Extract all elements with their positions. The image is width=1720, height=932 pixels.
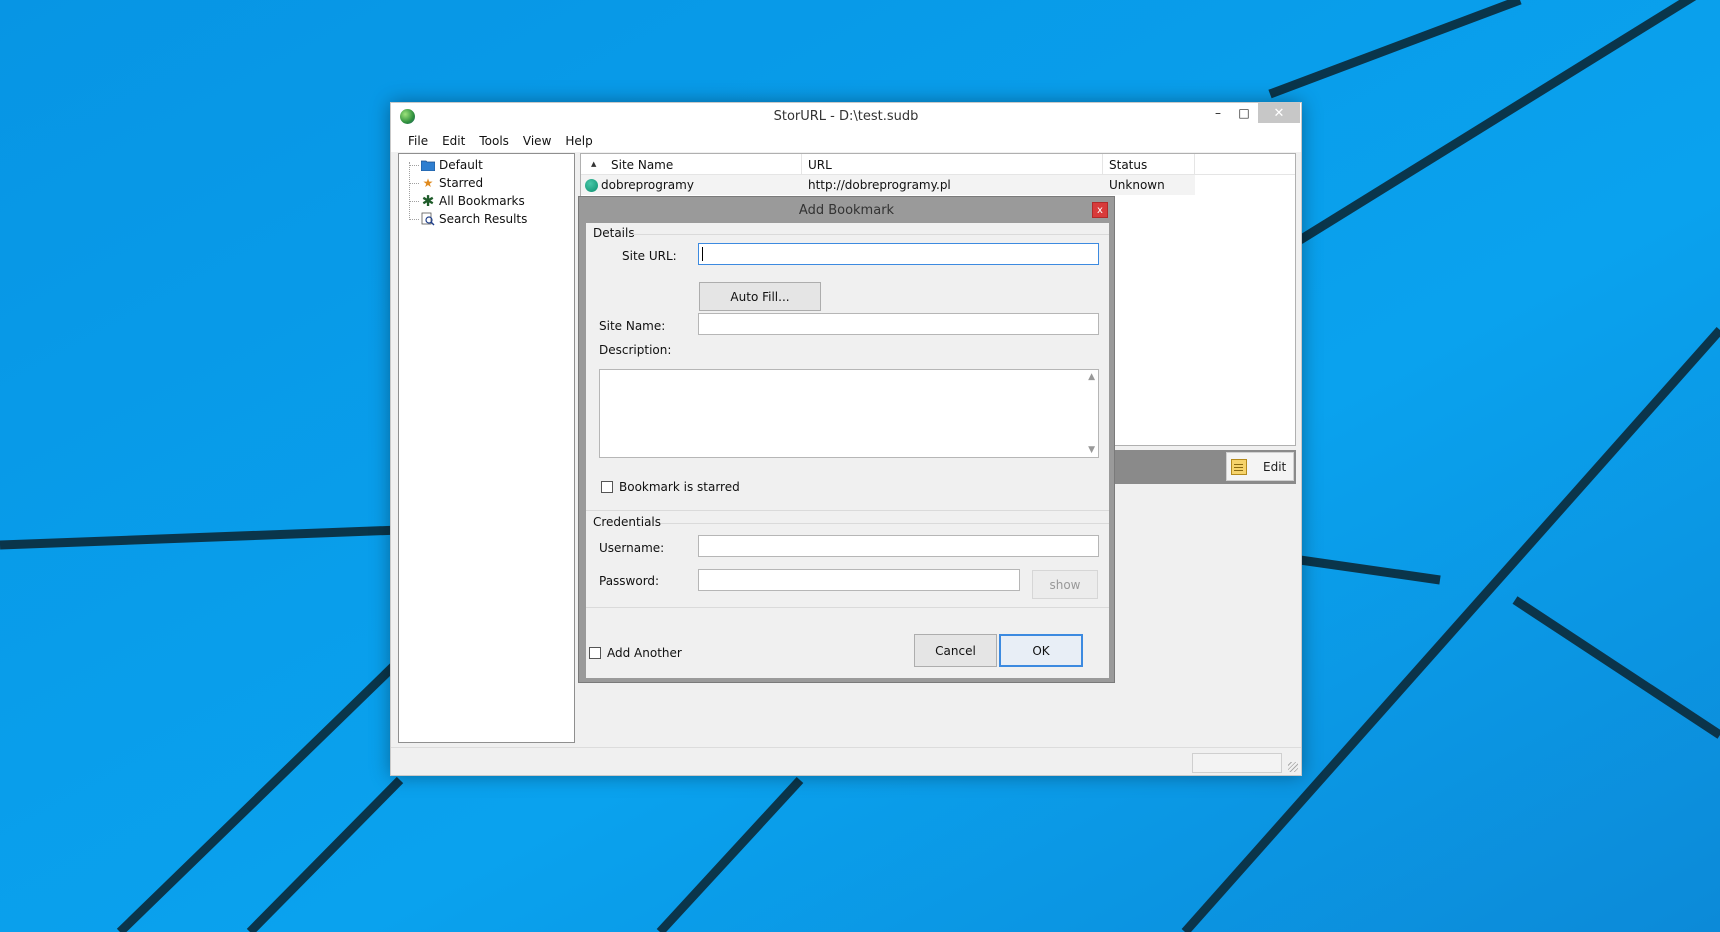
maximize-button[interactable]: □ bbox=[1231, 103, 1257, 123]
username-label: Username: bbox=[599, 541, 665, 555]
tree-label-all-bookmarks: All Bookmarks bbox=[439, 194, 525, 208]
list-header: ▲ Site Name URL Status bbox=[581, 154, 1295, 175]
menu-view[interactable]: View bbox=[516, 134, 558, 148]
username-input[interactable] bbox=[698, 535, 1099, 557]
password-label: Password: bbox=[599, 574, 660, 588]
site-name-text: dobreprogramy bbox=[601, 178, 694, 192]
star-icon: ★ bbox=[422, 176, 434, 190]
add-bookmark-dialog: Add Bookmark x Details Site URL: Auto Fi… bbox=[578, 196, 1115, 683]
column-url[interactable]: URL bbox=[802, 154, 1103, 175]
ok-button[interactable]: OK bbox=[999, 634, 1083, 667]
scroll-up-icon[interactable]: ▲ bbox=[1088, 372, 1095, 382]
dialog-title: Add Bookmark bbox=[798, 202, 895, 218]
tree-branch bbox=[409, 164, 419, 166]
tree-item-default[interactable]: Default bbox=[409, 156, 483, 174]
resize-grip[interactable] bbox=[1288, 762, 1298, 772]
show-password-button[interactable]: show bbox=[1032, 570, 1098, 599]
dialog-body: Details Site URL: Auto Fill... Site Name… bbox=[586, 223, 1109, 678]
description-label: Description: bbox=[599, 343, 672, 357]
edit-button-label: Edit bbox=[1263, 459, 1287, 474]
menu-bar: File Edit Tools View Help bbox=[391, 130, 1301, 152]
search-results-icon bbox=[421, 212, 435, 226]
menu-help[interactable]: Help bbox=[558, 134, 599, 148]
site-url-input[interactable] bbox=[698, 243, 1099, 265]
cell-url: http://dobreprogramy.pl bbox=[808, 178, 951, 192]
credentials-group-label: Credentials bbox=[593, 515, 662, 529]
edit-button[interactable]: Edit bbox=[1226, 452, 1294, 481]
auto-fill-button[interactable]: Auto Fill... bbox=[699, 282, 821, 311]
title-bar[interactable]: StorURL - D:\test.sudb – □ ✕ bbox=[391, 103, 1301, 130]
folder-icon bbox=[421, 158, 435, 172]
column-status[interactable]: Status bbox=[1103, 154, 1195, 175]
cancel-button[interactable]: Cancel bbox=[914, 634, 997, 667]
details-group-label: Details bbox=[593, 226, 635, 240]
category-tree: Default ★ Starred ✱ All Bookmarks Search… bbox=[398, 153, 575, 743]
menu-edit[interactable]: Edit bbox=[435, 134, 472, 148]
tree-branch bbox=[409, 200, 419, 202]
site-url-label: Site URL: bbox=[622, 249, 677, 263]
add-another-label[interactable]: Add Another bbox=[607, 646, 682, 660]
tree-item-starred[interactable]: ★ Starred bbox=[409, 174, 483, 192]
tree-item-all-bookmarks[interactable]: ✱ All Bookmarks bbox=[409, 192, 525, 210]
edit-note-icon bbox=[1231, 458, 1247, 475]
menu-file[interactable]: File bbox=[401, 134, 435, 148]
section-divider bbox=[586, 510, 1109, 511]
tree-branch bbox=[409, 182, 419, 184]
minimize-button[interactable]: – bbox=[1205, 103, 1231, 123]
asterisk-icon: ✱ bbox=[421, 192, 435, 210]
starred-checkbox-label[interactable]: Bookmark is starred bbox=[619, 480, 740, 494]
close-button[interactable]: ✕ bbox=[1258, 103, 1300, 123]
starred-checkbox[interactable] bbox=[601, 481, 613, 493]
add-another-checkbox[interactable] bbox=[589, 647, 601, 659]
details-divider bbox=[632, 234, 1109, 235]
site-status-icon bbox=[585, 178, 598, 192]
password-input[interactable] bbox=[698, 569, 1020, 591]
menu-tools[interactable]: Tools bbox=[472, 134, 516, 148]
credentials-divider bbox=[661, 523, 1109, 524]
status-panel bbox=[1192, 753, 1282, 773]
tree-label-default: Default bbox=[439, 158, 483, 172]
site-name-label: Site Name: bbox=[599, 319, 666, 333]
window-title: StorURL - D:\test.sudb bbox=[773, 109, 919, 124]
footer-divider bbox=[586, 607, 1109, 608]
description-textarea[interactable]: ▲ ▼ bbox=[599, 369, 1099, 458]
cell-site-name: dobreprogramy bbox=[585, 175, 694, 195]
table-row[interactable]: dobreprogramy http://dobreprogramy.pl Un… bbox=[581, 175, 1195, 195]
column-site-name[interactable]: Site Name bbox=[581, 154, 802, 175]
app-globe-icon bbox=[400, 109, 415, 124]
scroll-down-icon[interactable]: ▼ bbox=[1088, 445, 1095, 455]
tree-label-starred: Starred bbox=[439, 176, 484, 190]
tree-item-search-results[interactable]: Search Results bbox=[409, 210, 527, 228]
tree-branch bbox=[409, 218, 419, 220]
dialog-close-button[interactable]: x bbox=[1092, 202, 1108, 218]
text-caret bbox=[702, 247, 703, 261]
status-bar bbox=[391, 747, 1301, 775]
cell-status: Unknown bbox=[1109, 178, 1165, 192]
tree-label-search-results: Search Results bbox=[439, 212, 528, 226]
site-name-input[interactable] bbox=[698, 313, 1099, 335]
